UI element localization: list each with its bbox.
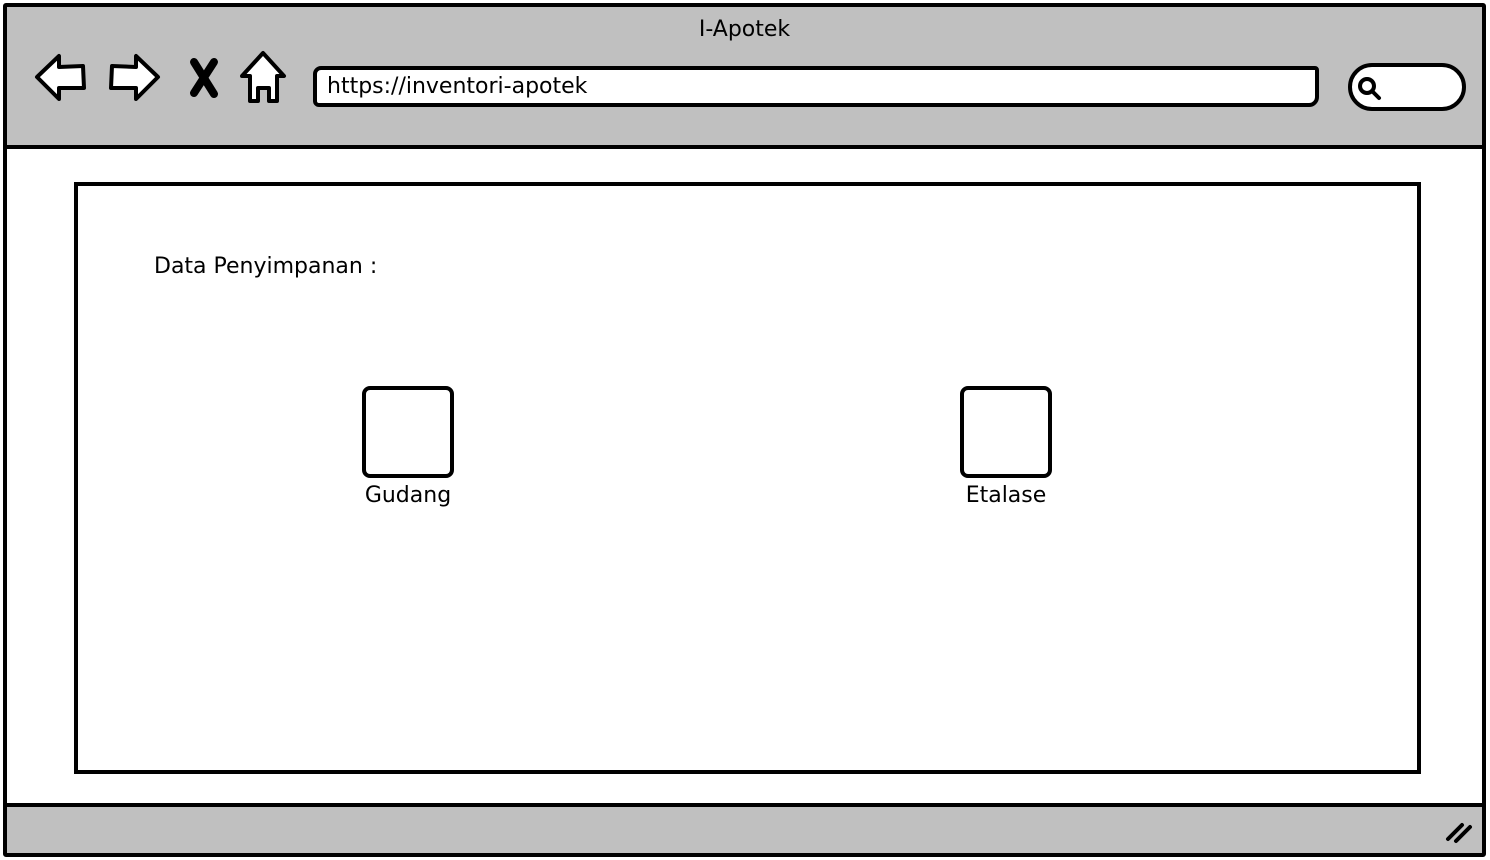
resize-grip-icon [1446,823,1472,843]
stop-button[interactable] [174,47,234,107]
option-etalase[interactable]: Etalase [946,386,1066,508]
section-label: Data Penyimpanan : [154,254,378,279]
browser-toolbar: I-Apotek [7,7,1482,149]
window-title: I-Apotek [698,17,791,42]
resize-handle[interactable] [1442,815,1474,847]
home-icon [240,51,286,103]
back-arrow-icon [35,54,86,101]
status-bar [7,803,1482,853]
search-input[interactable] [1348,63,1466,111]
back-button[interactable] [31,47,91,107]
option-gudang-label: Gudang [364,483,452,508]
browser-window: I-Apotek https://inventori-apotek Data P… [3,3,1486,857]
home-button[interactable] [234,47,294,107]
forward-arrow-icon [109,54,160,101]
content-panel: Data Penyimpanan : Gudang Etalase [74,182,1421,774]
search-icon [1358,77,1381,100]
close-icon [190,58,218,98]
option-gudang-box[interactable] [362,386,454,478]
option-etalase-box[interactable] [960,386,1052,478]
option-etalase-label: Etalase [965,483,1047,508]
url-input[interactable] [313,66,1319,107]
option-gudang[interactable]: Gudang [348,386,468,508]
forward-button[interactable] [104,47,164,107]
